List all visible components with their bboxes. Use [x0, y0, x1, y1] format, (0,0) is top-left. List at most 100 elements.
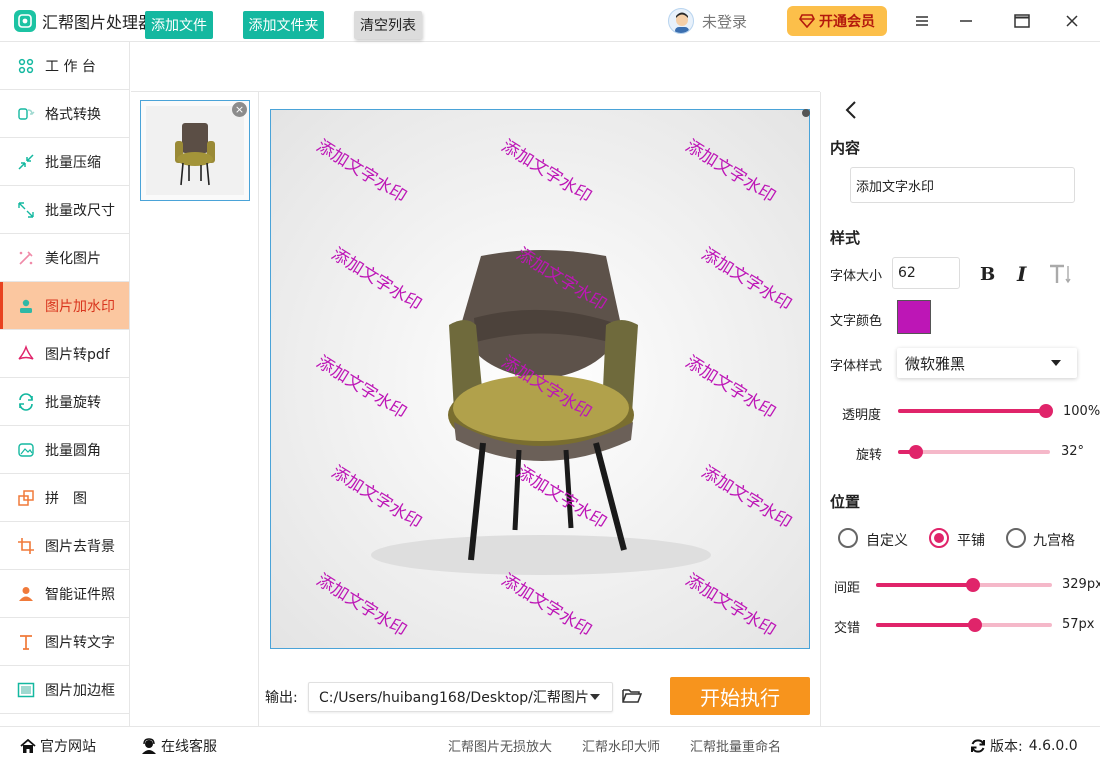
thumbnail-item[interactable] [140, 100, 250, 201]
sidebar-item-compress[interactable]: 批量压缩 [0, 138, 129, 186]
radio-tile[interactable] [929, 528, 949, 548]
sidebar-item-label: 美化图片 [45, 250, 101, 267]
position-section-title: 位置 [830, 493, 861, 511]
rotation-label: 旋转 [856, 448, 883, 463]
beautify-icon [16, 248, 36, 268]
opacity-label: 透明度 [842, 408, 882, 423]
close-icon[interactable] [1061, 10, 1083, 32]
version-info: 版本: 4.6.0.0 [970, 736, 1078, 756]
radio-custom[interactable] [838, 528, 858, 548]
sidebar-item-label: 批量压缩 [45, 154, 101, 171]
sidebar-item-id-photo[interactable]: 智能证件照 [0, 570, 129, 618]
slider-knob[interactable] [1039, 404, 1053, 418]
sidebar-item-label: 智能证件照 [45, 586, 115, 603]
back-arrow-icon[interactable] [842, 100, 862, 120]
sidebar-item-label: 批量旋转 [45, 394, 101, 411]
footer-link-watermark-master[interactable]: 汇帮水印大师 [582, 736, 660, 755]
footer-link-upscale[interactable]: 汇帮图片无损放大 [448, 736, 552, 755]
text-color-swatch[interactable] [897, 300, 931, 334]
sidebar-item-resize[interactable]: 批量改尺寸 [0, 186, 129, 234]
footer-link-rename[interactable]: 汇帮批量重命名 [690, 736, 781, 755]
font-size-label: 字体大小 [830, 269, 883, 284]
bold-button[interactable]: B [980, 264, 995, 285]
sidebar-item-frame[interactable]: 图片加边框 [0, 666, 129, 714]
rotation-value: 32° [1061, 444, 1085, 459]
offset-slider[interactable] [876, 618, 1052, 632]
sidebar-item-to-pdf[interactable]: 图片转pdf [0, 330, 129, 378]
sidebar-item-label: 拼 图 [45, 490, 87, 507]
resize-icon [16, 200, 36, 220]
sidebar-item-beautify[interactable]: 美化图片 [0, 234, 129, 282]
text-icon [16, 632, 36, 652]
minimize-icon[interactable] [955, 10, 977, 32]
text-color-label: 文字颜色 [830, 314, 883, 329]
sidebar-item-label: 图片加水印 [45, 298, 115, 315]
spacing-label: 间距 [834, 581, 861, 596]
sidebar-item-workbench[interactable]: 工 作 台 [0, 42, 129, 90]
folder-open-icon[interactable] [621, 685, 643, 707]
support-link[interactable]: 在线客服 [141, 736, 217, 756]
sidebar-item-rotate[interactable]: 批量旋转 [0, 378, 129, 426]
watermark-content-input[interactable]: 添加文字水印 [850, 167, 1075, 203]
vip-button[interactable]: 开通会员 [787, 6, 887, 36]
add-folder-button[interactable]: 添加文件夹 [243, 11, 324, 39]
watermark-icon [16, 296, 36, 316]
diamond-icon [799, 14, 815, 28]
sidebar-item-ocr[interactable]: 图片转文字 [0, 618, 129, 666]
sidebar-item-remove-bg[interactable]: 图片去背景 [0, 522, 129, 570]
refresh-icon [971, 739, 985, 753]
chevron-down-icon [1051, 360, 1061, 366]
compress-icon [16, 152, 36, 172]
app-logo-icon [14, 9, 36, 32]
start-button[interactable]: 开始执行 [670, 677, 810, 715]
slider-fill [876, 583, 973, 587]
sidebar-item-format-convert[interactable]: 格式转换 [0, 90, 129, 138]
radio-tile-label[interactable]: 平铺 [957, 530, 985, 550]
slider-fill [898, 409, 1046, 413]
website-link[interactable]: 官方网站 [20, 736, 96, 756]
vip-label: 开通会员 [819, 14, 875, 30]
rotation-slider[interactable] [898, 445, 1050, 459]
support-icon [142, 738, 156, 754]
menu-icon[interactable] [911, 10, 933, 32]
login-text[interactable]: 未登录 [702, 11, 747, 32]
font-style-label: 字体样式 [830, 359, 883, 374]
font-family-select[interactable]: 微软雅黑 [897, 348, 1077, 378]
user-login[interactable]: 未登录 [668, 8, 747, 34]
remove-thumbnail-icon[interactable]: × [232, 102, 247, 117]
style-section-title: 样式 [830, 229, 861, 247]
pdf-icon [16, 344, 36, 364]
maximize-icon[interactable] [1011, 10, 1033, 32]
sidebar-item-watermark[interactable]: 图片加水印 [0, 282, 129, 330]
slider-knob[interactable] [965, 578, 980, 592]
sidebar-item-puzzle[interactable]: 拼 图 [0, 474, 129, 522]
sidebar-item-label: 批量改尺寸 [45, 202, 115, 219]
text-height-icon[interactable] [1048, 263, 1072, 290]
opacity-value: 100% [1063, 404, 1100, 419]
output-label: 输出: [265, 690, 298, 706]
sidebar-item-label: 格式转换 [45, 106, 101, 123]
clear-list-button[interactable]: 清空列表 [354, 11, 422, 39]
website-label: 官方网站 [40, 739, 96, 755]
font-size-input[interactable]: 62 [892, 257, 960, 289]
radio-custom-label[interactable]: 自定义 [866, 530, 908, 550]
slider-knob[interactable] [967, 618, 982, 632]
avatar [668, 8, 694, 34]
sidebar-item-round-corner[interactable]: 批量圆角 [0, 426, 129, 474]
add-file-button[interactable]: 添加文件 [145, 11, 213, 39]
image-preview: 添加文字水印 添加文字水印 添加文字水印 添加文字水印 添加文字水印 添加文字水… [270, 109, 810, 649]
italic-button[interactable]: I [1017, 262, 1026, 286]
opacity-slider[interactable] [898, 404, 1053, 418]
spacing-slider[interactable] [876, 578, 1052, 592]
thumbnail-list: × [131, 92, 259, 726]
sidebar-item-label: 工 作 台 [45, 58, 96, 75]
puzzle-icon [16, 488, 36, 508]
sidebar-item-label: 图片转文字 [45, 634, 115, 651]
radio-nine-grid-label[interactable]: 九宫格 [1033, 530, 1075, 550]
chevron-down-icon [590, 694, 600, 700]
crop-icon [16, 536, 36, 556]
person-icon [16, 584, 36, 604]
output-path-select[interactable]: C:/Users/huibang168/Desktop/汇帮图片 [308, 682, 613, 712]
radio-nine-grid[interactable] [1006, 528, 1026, 548]
preview-close-icon[interactable] [802, 109, 810, 117]
